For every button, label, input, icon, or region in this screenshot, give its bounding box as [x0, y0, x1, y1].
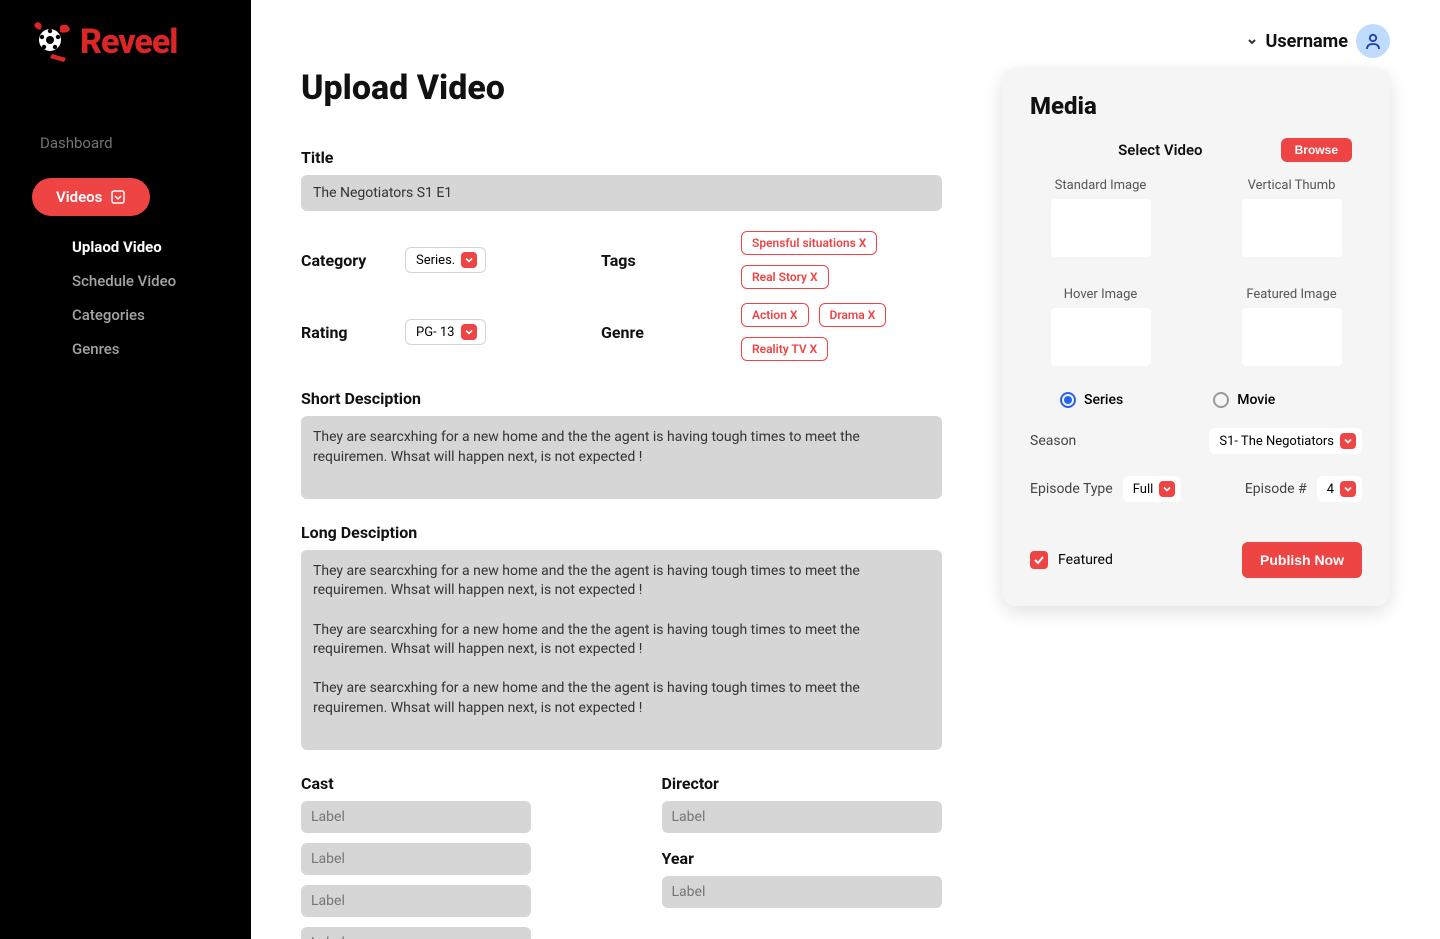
genre-chip[interactable]: Action X — [741, 303, 809, 327]
title-label: Title — [301, 148, 942, 167]
year-input[interactable] — [662, 876, 943, 908]
select-video-label: Select Video — [1060, 141, 1261, 159]
short-desc-label: Short Desciption — [301, 389, 942, 408]
tag-chip[interactable]: Spensful situations X — [741, 231, 877, 255]
cast-input[interactable] — [301, 885, 531, 917]
nav-videos-sub: Uplaod Video Schedule Video Categories G… — [20, 230, 231, 366]
cast-input[interactable] — [301, 927, 531, 939]
standard-image-label: Standard Image — [1055, 178, 1147, 193]
avatar[interactable] — [1356, 24, 1390, 58]
user-menu[interactable]: Username — [1246, 24, 1390, 58]
thumb-placeholder — [1051, 308, 1151, 366]
rating-select[interactable]: PG- 13 — [405, 319, 486, 345]
tag-chip[interactable]: Real Story X — [741, 265, 829, 289]
category-value: Series. — [416, 253, 455, 268]
director-input[interactable] — [662, 801, 943, 833]
radio-icon — [1060, 392, 1076, 408]
thumb-placeholder — [1242, 199, 1342, 257]
hover-image-upload[interactable]: Hover Image — [1030, 287, 1171, 366]
episode-type-value: Full — [1133, 482, 1154, 497]
rating-label: Rating — [301, 323, 381, 342]
radio-series[interactable]: Series — [1060, 392, 1123, 408]
genre-label: Genre — [601, 323, 681, 342]
brand-name: Reveel — [80, 22, 177, 62]
nav: Dashboard Videos Uplaod Video Schedule V… — [0, 94, 251, 396]
thumb-placeholder — [1242, 308, 1342, 366]
main: Username Upload Video Title Category Ser… — [251, 0, 1440, 939]
nav-videos[interactable]: Videos — [32, 178, 150, 216]
chevron-down-icon — [1340, 481, 1356, 497]
featured-checkbox[interactable]: Featured — [1030, 551, 1113, 569]
vertical-thumb-label: Vertical Thumb — [1248, 178, 1336, 193]
genre-chip[interactable]: Drama X — [819, 303, 887, 327]
nav-genres[interactable]: Genres — [72, 332, 231, 366]
media-title: Media — [1030, 92, 1362, 120]
standard-image-upload[interactable]: Standard Image — [1030, 178, 1171, 257]
episode-num-select[interactable]: 4 — [1317, 476, 1362, 502]
rating-value: PG- 13 — [416, 325, 455, 340]
vertical-thumb-upload[interactable]: Vertical Thumb — [1221, 178, 1362, 257]
director-label: Director — [662, 774, 943, 793]
season-select[interactable]: S1- The Negotiators — [1209, 428, 1362, 454]
long-desc-label: Long Desciption — [301, 523, 942, 542]
featured-image-label: Featured Image — [1246, 287, 1336, 302]
genre-chip[interactable]: Reality TV X — [741, 337, 828, 361]
logo: Reveel — [0, 10, 251, 94]
nav-schedule-video[interactable]: Schedule Video — [72, 264, 231, 298]
season-label: Season — [1030, 433, 1076, 449]
category-select[interactable]: Series. — [405, 247, 486, 273]
cast-input[interactable] — [301, 843, 531, 875]
tags-label: Tags — [601, 251, 681, 270]
radio-movie-label: Movie — [1237, 392, 1275, 408]
episode-type-select[interactable]: Full — [1123, 476, 1182, 502]
chevron-down-icon — [461, 252, 477, 268]
long-desc-input[interactable] — [301, 550, 942, 750]
publish-button[interactable]: Publish Now — [1242, 542, 1362, 578]
form-column: Upload Video Title Category Series. Tags… — [301, 68, 942, 939]
episode-num-label: Episode # — [1245, 481, 1307, 497]
username: Username — [1266, 31, 1348, 52]
nav-videos-label: Videos — [56, 188, 102, 206]
thumb-placeholder — [1051, 199, 1151, 257]
episode-type-label: Episode Type — [1030, 481, 1113, 497]
topbar: Username — [301, 24, 1390, 58]
episode-num-value: 4 — [1327, 482, 1334, 497]
hover-image-label: Hover Image — [1064, 287, 1138, 302]
logo-icon — [30, 20, 74, 64]
nav-dashboard[interactable]: Dashboard — [20, 124, 231, 162]
checkbox-icon — [1030, 551, 1048, 569]
year-label: Year — [662, 849, 943, 868]
genres-group: Action X Drama X Reality TV X — [741, 303, 942, 361]
cast-label: Cast — [301, 774, 582, 793]
chevron-down-icon — [110, 189, 126, 205]
radio-icon — [1213, 392, 1229, 408]
nav-upload-video[interactable]: Uplaod Video — [72, 230, 231, 264]
sidebar: Reveel Dashboard Videos Uplaod Video Sch… — [0, 0, 251, 939]
chevron-down-icon — [1246, 35, 1258, 47]
page-title: Upload Video — [301, 68, 942, 108]
tags-group: Spensful situations X Real Story X — [741, 231, 942, 289]
chevron-down-icon — [1159, 481, 1175, 497]
category-label: Category — [301, 251, 381, 270]
cast-input[interactable] — [301, 801, 531, 833]
featured-image-upload[interactable]: Featured Image — [1221, 287, 1362, 366]
radio-movie[interactable]: Movie — [1213, 392, 1275, 408]
radio-series-label: Series — [1084, 392, 1123, 408]
browse-button[interactable]: Browse — [1281, 138, 1352, 162]
media-card: Media Select Video Browse Standard Image… — [1002, 68, 1390, 606]
short-desc-input[interactable] — [301, 416, 942, 499]
featured-label: Featured — [1058, 552, 1113, 568]
chevron-down-icon — [461, 324, 477, 340]
chevron-down-icon — [1340, 433, 1356, 449]
season-value: S1- The Negotiators — [1219, 434, 1334, 449]
title-input[interactable] — [301, 175, 942, 211]
nav-categories[interactable]: Categories — [72, 298, 231, 332]
